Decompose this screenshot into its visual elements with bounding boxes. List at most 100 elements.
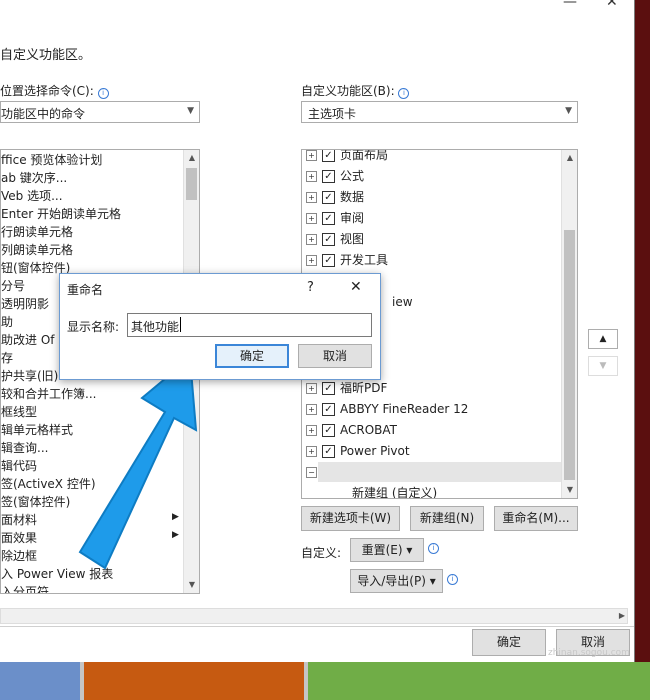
- info-icon: i: [428, 543, 439, 554]
- tree-subitem-new-group[interactable]: 新建组 (自定义): [352, 483, 437, 498]
- tree-item[interactable]: + ✓ 页面布局: [306, 149, 389, 165]
- tree-item-label: 公式: [340, 169, 365, 183]
- expand-icon[interactable]: +: [306, 192, 317, 203]
- background-tile: [308, 662, 650, 700]
- expand-icon[interactable]: −: [306, 467, 317, 478]
- customize-ribbon-combo[interactable]: 主选项卡 ▼: [301, 101, 578, 123]
- expand-icon[interactable]: +: [306, 234, 317, 245]
- watermark: zhinan.sogou.com: [548, 648, 630, 658]
- expand-icon[interactable]: +: [306, 404, 317, 415]
- horizontal-scrollbar[interactable]: ▶: [0, 608, 628, 624]
- command-list-item[interactable]: ab 键次序...: [1, 169, 67, 187]
- checkbox[interactable]: ✓: [322, 212, 335, 225]
- command-list-item[interactable]: Veb 选项...: [1, 187, 63, 205]
- display-name-input[interactable]: 其他功能: [127, 313, 372, 337]
- checkbox[interactable]: ✓: [322, 403, 335, 416]
- ok-button[interactable]: 确定: [472, 629, 546, 656]
- checkbox[interactable]: ✓: [322, 191, 335, 204]
- command-list-item[interactable]: 面效果: [1, 529, 37, 547]
- customize-label: 自定义:: [301, 546, 342, 560]
- dialog-close-button[interactable]: ✕: [350, 279, 362, 295]
- text-cursor: [180, 317, 181, 332]
- rename-dialog: 重命名 ? ✕ 显示名称: 其他功能 确定 取消: [59, 273, 381, 380]
- choose-commands-combo[interactable]: 功能区中的命令 ▼: [0, 101, 200, 123]
- tree-item-label: 视图: [340, 232, 365, 246]
- expand-icon[interactable]: +: [306, 446, 317, 457]
- command-list-item[interactable]: 助: [1, 313, 13, 331]
- command-list-item[interactable]: ffice 预览体验计划: [1, 151, 102, 169]
- scroll-right-icon[interactable]: ▶: [619, 611, 625, 620]
- command-list-item[interactable]: 分号: [1, 277, 25, 295]
- command-list-item[interactable]: 辑单元格样式: [1, 421, 73, 439]
- tree-scrollbar[interactable]: ▲ ▼: [561, 150, 577, 498]
- move-down-button[interactable]: ▼: [588, 356, 618, 376]
- checkbox[interactable]: ✓: [322, 382, 335, 395]
- command-list-item[interactable]: 入分页符: [1, 583, 49, 593]
- checkbox[interactable]: ✓: [322, 445, 335, 458]
- tree-item-label: 数据: [340, 190, 365, 204]
- command-list-item[interactable]: 签(窗体控件): [1, 493, 70, 511]
- minimize-button[interactable]: —: [563, 0, 577, 10]
- help-button[interactable]: ?: [307, 280, 314, 295]
- command-list-item[interactable]: 透明阴影: [1, 295, 49, 313]
- tree-item[interactable]: + ✓ 开发工具: [306, 250, 388, 270]
- dialog-cancel-button[interactable]: 取消: [298, 344, 372, 368]
- checkbox[interactable]: ✓: [322, 150, 335, 162]
- checkbox[interactable]: ✓: [322, 254, 335, 267]
- tree-item-label: 审阅: [340, 211, 365, 225]
- tree-item[interactable]: + ✓ Power Pivot: [306, 441, 410, 461]
- divider: [0, 626, 634, 627]
- command-list-item[interactable]: 辑查询...: [1, 439, 48, 457]
- info-icon: i: [447, 574, 458, 585]
- command-list-item[interactable]: 列朗读单元格: [1, 241, 73, 259]
- command-list-item[interactable]: 助改进 Of: [1, 331, 55, 349]
- dialog-ok-button[interactable]: 确定: [215, 344, 289, 368]
- command-list-item[interactable]: 除边框: [1, 547, 37, 565]
- command-list-item[interactable]: 面材料: [1, 511, 37, 529]
- command-list-item[interactable]: 框线型: [1, 403, 37, 421]
- command-list-item[interactable]: Enter 开始朗读单元格: [1, 205, 121, 223]
- checkbox[interactable]: ✓: [322, 424, 335, 437]
- scroll-up-icon[interactable]: ▲: [184, 150, 199, 166]
- tree-item-label: 页面布局: [340, 149, 389, 162]
- checkbox[interactable]: ✓: [322, 233, 335, 246]
- background-tile: [84, 662, 304, 700]
- tree-item[interactable]: + ✓ 公式: [306, 166, 364, 186]
- info-icon: i: [398, 88, 410, 99]
- tree-item[interactable]: + ✓ ABBYY FineReader 12: [306, 399, 468, 419]
- new-group-button[interactable]: 新建组(N): [410, 506, 484, 531]
- display-name-label: 显示名称:: [67, 320, 120, 334]
- command-list-item[interactable]: 护共享(旧): [1, 367, 58, 385]
- checkbox[interactable]: ✓: [322, 170, 335, 183]
- tree-item-partial[interactable]: iew: [392, 292, 413, 312]
- command-list-item[interactable]: 行朗读单元格: [1, 223, 73, 241]
- tree-item[interactable]: + ✓ 审阅: [306, 208, 364, 228]
- expand-icon[interactable]: +: [306, 255, 317, 266]
- tree-item-label: 开发工具: [340, 253, 389, 267]
- tree-item-label: ACROBAT: [340, 423, 397, 437]
- new-tab-button[interactable]: 新建选项卡(W): [301, 506, 400, 531]
- tree-item[interactable]: + ✓ 福昕PDF: [306, 378, 387, 398]
- tree-item[interactable]: + ✓ ACROBAT: [306, 420, 397, 440]
- scroll-down-icon[interactable]: ▼: [562, 482, 577, 498]
- scroll-up-icon[interactable]: ▲: [562, 150, 577, 166]
- expand-icon[interactable]: +: [306, 213, 317, 224]
- import-export-button[interactable]: 导入/导出(P) ▾: [350, 569, 443, 593]
- expand-icon[interactable]: +: [306, 150, 317, 161]
- expand-icon[interactable]: +: [306, 383, 317, 394]
- reset-button[interactable]: 重置(E) ▾: [350, 538, 424, 562]
- tree-item-selected-bg: [318, 462, 561, 482]
- rename-button[interactable]: 重命名(M)...: [494, 506, 578, 531]
- background-strip-right: [635, 0, 650, 662]
- close-window-button[interactable]: ✕: [606, 0, 618, 10]
- command-list-item[interactable]: 存: [1, 349, 13, 367]
- scroll-thumb[interactable]: [186, 168, 197, 200]
- move-up-button[interactable]: ▲: [588, 329, 618, 349]
- expand-icon[interactable]: +: [306, 171, 317, 182]
- scroll-thumb[interactable]: [564, 230, 575, 480]
- command-list-item[interactable]: 辑代码: [1, 457, 37, 475]
- background-tile: [0, 662, 80, 700]
- tree-item[interactable]: + ✓ 视图: [306, 229, 364, 249]
- expand-icon[interactable]: +: [306, 425, 317, 436]
- tree-item[interactable]: + ✓ 数据: [306, 187, 364, 207]
